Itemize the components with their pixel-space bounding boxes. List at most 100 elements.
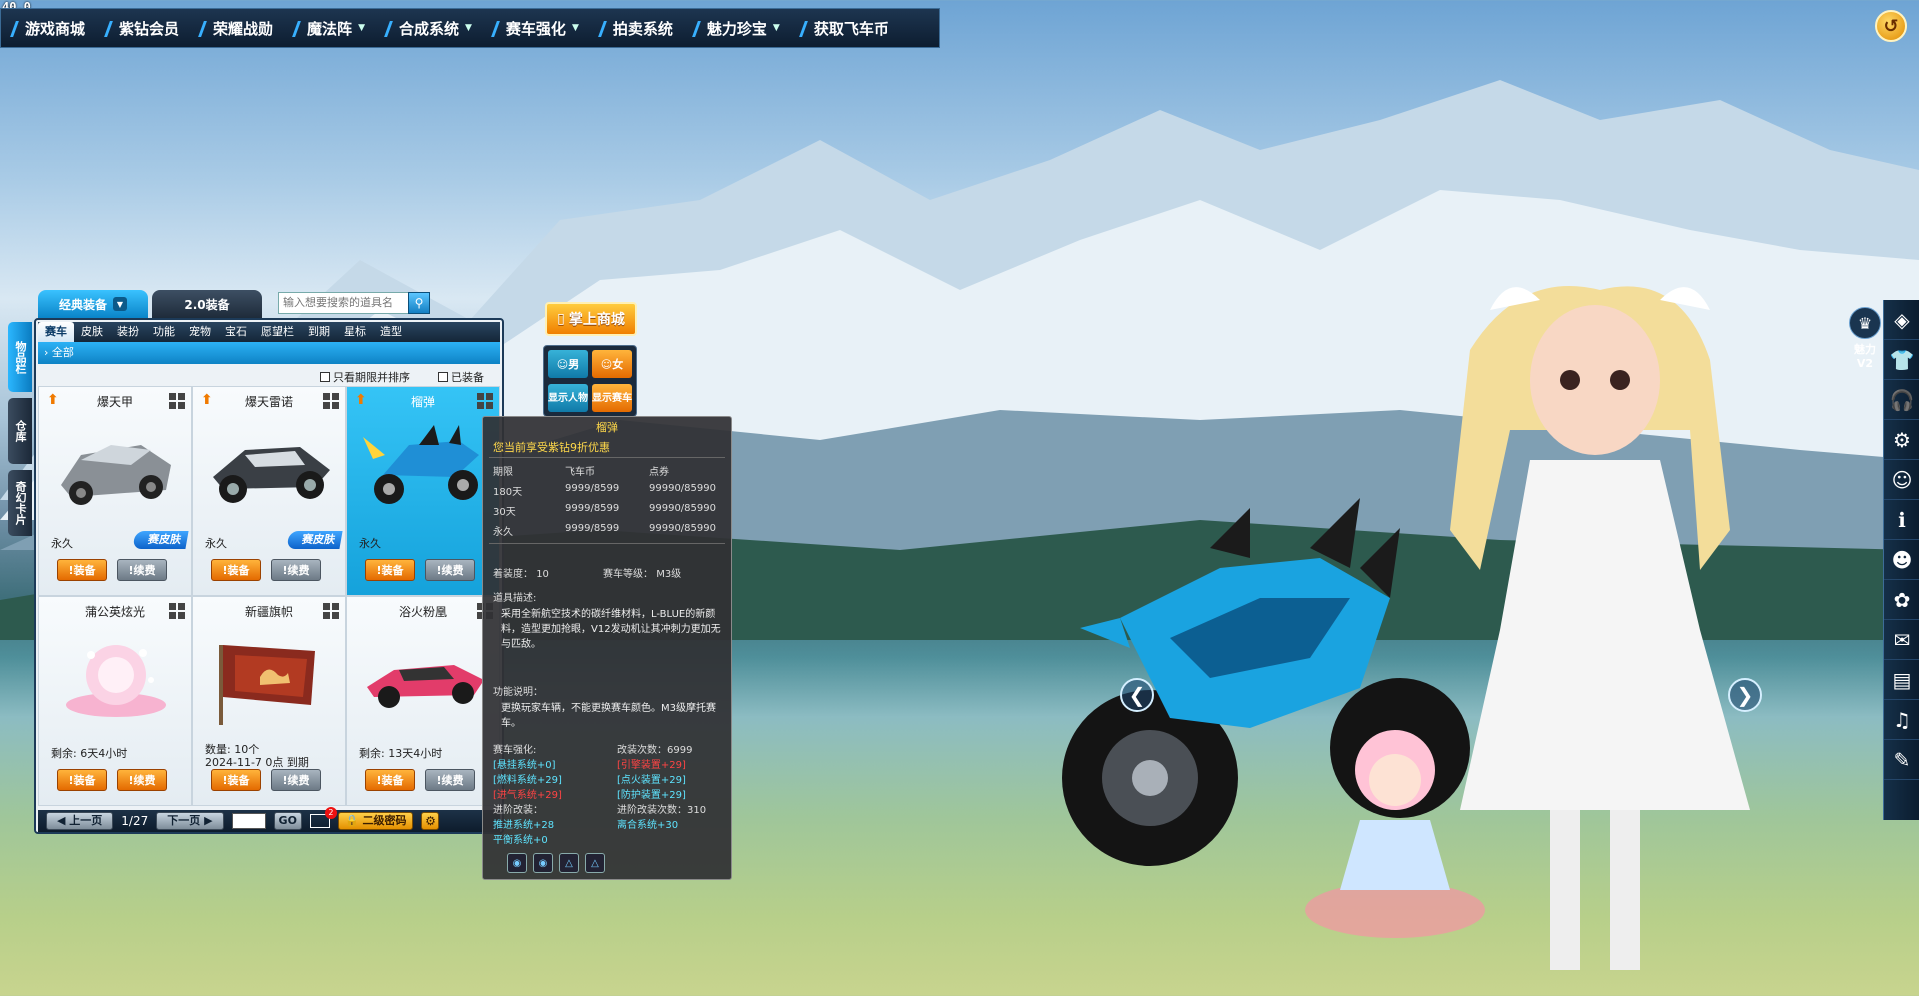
film-icon[interactable]: ▤	[1884, 660, 1919, 700]
show-car-toggle[interactable]: 显示赛车	[592, 384, 632, 412]
tab-functions[interactable]: 功能	[146, 322, 182, 342]
item-card[interactable]: 蒲公英炫光 剩余: 6天4小时 ! 装备! 续费	[38, 596, 192, 806]
nav-glory-medal[interactable]: 荣耀战勋	[189, 9, 283, 47]
tab-styles[interactable]: 造型	[373, 322, 409, 342]
renew-button[interactable]: ! 续费	[425, 559, 475, 581]
equip-button[interactable]: ! 装备	[57, 559, 107, 581]
mail-icon[interactable]: ✉	[1884, 620, 1919, 660]
tab-skins[interactable]: 皮肤	[74, 322, 110, 342]
filter-label: 已装备	[451, 371, 484, 384]
nav-get-coins[interactable]: 获取飞车币	[790, 9, 899, 47]
equip-label: 装备	[227, 774, 250, 787]
filter-equipped[interactable]: 已装备	[438, 369, 484, 385]
filter-label: 只看期限并排序	[333, 371, 410, 384]
helper-icon[interactable]: ☺	[1884, 460, 1919, 500]
nav-synthesis[interactable]: 合成系统 ▼	[375, 9, 482, 47]
prev-page-button[interactable]: ◀ 上一页	[46, 812, 114, 830]
page-input[interactable]	[231, 813, 266, 829]
gem-icon[interactable]: ◈	[1884, 300, 1919, 340]
headset-icon[interactable]: 🎧	[1884, 380, 1919, 420]
nav-game-mall[interactable]: 游戏商城	[1, 9, 95, 47]
renew-button[interactable]: ! 续费	[117, 559, 167, 581]
tab-label: 仓库	[14, 420, 27, 442]
tab-outfits[interactable]: 装扮	[110, 322, 146, 342]
shirt-icon[interactable]: 👕	[1884, 340, 1919, 380]
renew-button[interactable]: ! 续费	[271, 769, 321, 791]
secondary-password-button[interactable]: 🔒 二级密码	[337, 812, 414, 830]
show-person-toggle[interactable]: 显示人物	[548, 384, 588, 412]
item-card-selected[interactable]: ⬆ 榴弹 永久 ! 装备! 续费	[346, 386, 500, 596]
nav-purple-diamond[interactable]: 紫钻会员	[95, 9, 189, 47]
tab-inventory[interactable]: 物品栏	[8, 322, 32, 392]
music-icon[interactable]: ♫	[1884, 700, 1919, 740]
renew-button[interactable]: ! 续费	[425, 769, 475, 791]
equip-button[interactable]: ! 装备	[365, 769, 415, 791]
item-card[interactable]: 浴火粉凰 剩余: 13天4小时 ! 装备! 续费	[346, 596, 500, 806]
subcategory-all[interactable]: › 全部	[38, 342, 500, 364]
friend-icon[interactable]: ☻	[1884, 540, 1919, 580]
edit-icon[interactable]: ✎	[1884, 740, 1919, 780]
mobile-mall-button[interactable]: ▯ 掌上商城	[545, 302, 637, 336]
search-icon[interactable]: ⚲	[408, 292, 430, 314]
pagination-bar: ◀ 上一页 1/27 下一页 ▶ GO 2 🔒 二级密码 ⚙	[38, 807, 500, 832]
item-tooltip: 榴弹 您当前享受紫钻9折优惠 期限 飞车币 点券 180天 9999/8599 9999…	[482, 416, 732, 880]
tab-gems[interactable]: 宝石	[218, 322, 254, 342]
go-button[interactable]: GO	[273, 812, 302, 830]
tab-warehouse[interactable]: 仓库	[8, 398, 32, 464]
skin-badge: 赛皮肤	[132, 531, 189, 549]
tab-expiring[interactable]: 到期	[301, 322, 337, 342]
mall-label: 掌上商城	[568, 312, 625, 328]
mail-icon[interactable]: 2	[309, 807, 337, 828]
func-description: 更换玩家车辆，不能更换赛车颜色。M3级摩托赛车。	[501, 703, 716, 729]
carousel-next-arrow[interactable]: ❯	[1728, 678, 1762, 712]
gear-icon[interactable]: ⚙	[1884, 420, 1919, 460]
renew-label: 续费	[441, 564, 464, 577]
back-icon[interactable]: ↺	[1875, 10, 1907, 42]
chevron-down-icon[interactable]: ▼	[113, 297, 127, 311]
equip-button[interactable]: ! 装备	[211, 769, 261, 791]
nav-car-enhance[interactable]: 赛车强化 ▼	[482, 9, 589, 47]
grid-icon[interactable]	[169, 603, 185, 619]
tab-label: 经典装备	[58, 297, 107, 312]
kart-image	[61, 445, 171, 505]
renew-button[interactable]: ! 续费	[117, 769, 167, 791]
mod-count: 改装次数：6999	[617, 745, 693, 756]
pet-icon[interactable]: ✿	[1884, 580, 1919, 620]
adv-label: 进阶改装：	[493, 805, 543, 816]
gear-icon[interactable]: ⚙	[421, 812, 440, 830]
next-page-button[interactable]: 下一页 ▶	[156, 812, 224, 830]
chevron-down-icon: ▼	[465, 23, 472, 33]
grid-icon[interactable]	[477, 393, 493, 409]
item-card[interactable]: ⬆ 爆天雷诺 永久 赛皮肤 ! 装备! 续费	[192, 386, 346, 596]
male-button[interactable]: ☺ 男	[548, 350, 588, 378]
tab-pets[interactable]: 宠物	[182, 322, 218, 342]
equip-button[interactable]: ! 装备	[365, 559, 415, 581]
tab-starred[interactable]: 星标	[337, 322, 373, 342]
filter-expiring[interactable]: 只看期限并排序	[320, 369, 410, 385]
nav-auction[interactable]: 拍卖系统	[589, 9, 683, 47]
divider	[489, 543, 725, 544]
item-card[interactable]: 新疆旗帜 数量: 10个 2024-11-7 0点 到期 ! 装备! 续费	[192, 596, 346, 806]
renew-button[interactable]: ! 续费	[271, 559, 321, 581]
tab-2-0-equip[interactable]: 2.0装备	[152, 290, 262, 318]
tab-classic-equip[interactable]: 经典装备 ▼	[38, 290, 148, 318]
tab-cars[interactable]: 赛车	[38, 322, 74, 342]
tab-fantasy-cards[interactable]: 奇幻卡片	[8, 470, 32, 536]
nav-charm-treasure[interactable]: 魅力珍宝 ▼	[683, 9, 790, 47]
tab-wishlist[interactable]: 愿望栏	[254, 322, 301, 342]
grid-icon[interactable]	[323, 603, 339, 619]
female-button[interactable]: ☺ 女	[592, 350, 632, 378]
grid-icon[interactable]	[323, 393, 339, 409]
nav-magic-circle[interactable]: 魔法阵 ▼	[283, 9, 375, 47]
grid-icon[interactable]	[169, 393, 185, 409]
charm-badge[interactable]: ♛ 魅力 V2	[1845, 305, 1885, 395]
equip-button[interactable]: ! 装备	[57, 769, 107, 791]
info-icon[interactable]: ℹ	[1884, 500, 1919, 540]
tooltip-title: 榴弹	[596, 421, 618, 434]
item-card[interactable]: ⬆ 爆天甲 永久 赛皮肤 ! 装备! 续费	[38, 386, 192, 596]
checkbox[interactable]	[320, 372, 330, 382]
nav-label: 赛车强化	[505, 19, 566, 38]
carousel-prev-arrow[interactable]: ❮	[1120, 678, 1154, 712]
equip-button[interactable]: ! 装备	[211, 559, 261, 581]
checkbox[interactable]	[438, 372, 448, 382]
